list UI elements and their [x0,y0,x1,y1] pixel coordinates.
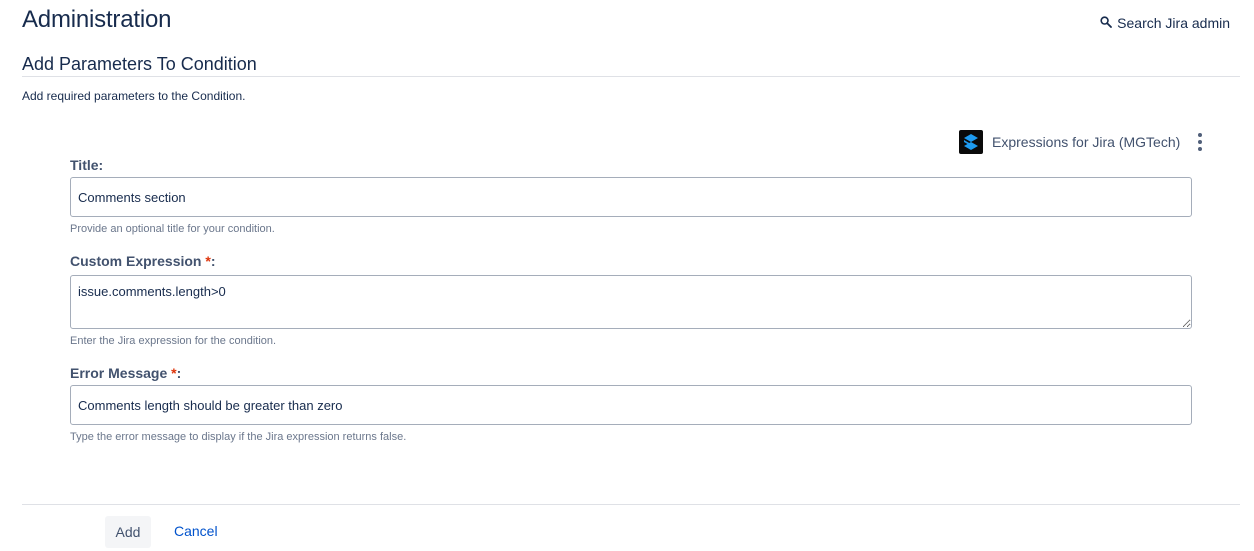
footer-divider [22,504,1240,505]
label-colon: : [176,365,182,381]
search-icon [1100,15,1113,31]
search-admin-link[interactable]: Search Jira admin [1100,15,1230,31]
section-title: Add Parameters To Condition [22,54,257,74]
section-description: Add required parameters to the Condition… [22,89,246,103]
page-title: Administration [22,6,172,33]
error-message-help: Type the error message to display if the… [70,431,407,443]
error-message-label-text: Error Message [70,365,168,381]
divider [22,76,1240,77]
vendor-info: Expressions for Jira (MGTech) [959,130,1206,154]
title-help: Provide an optional title for your condi… [70,223,275,235]
search-admin-label: Search Jira admin [1117,15,1230,31]
title-input[interactable] [70,177,1192,217]
more-vertical-icon[interactable] [1194,131,1206,153]
expression-label-text: Custom Expression [70,253,202,269]
expression-help: Enter the Jira expression for the condit… [70,335,277,347]
error-message-label: Error Message *: [70,365,181,381]
title-label: Title: [70,157,104,173]
expression-textarea[interactable]: issue.comments.length>0 [70,275,1192,329]
add-button[interactable]: Add [105,516,151,548]
error-message-input[interactable] [70,385,1192,425]
vendor-name: Expressions for Jira (MGTech) [992,134,1181,150]
label-colon: : [210,253,216,269]
expressions-logo-icon [959,130,983,154]
cancel-link[interactable]: Cancel [174,523,218,539]
page: Administration Search Jira admin Add Par… [0,0,1254,551]
expression-label: Custom Expression *: [70,253,216,269]
